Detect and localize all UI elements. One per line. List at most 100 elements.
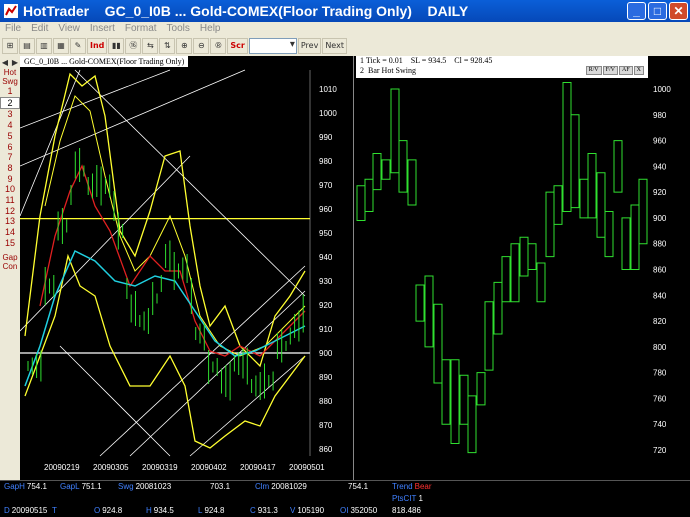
sidebar-arrows: ◀ ▶ bbox=[0, 56, 20, 68]
swing-box bbox=[381, 159, 391, 180]
left-y-tick: 1010 bbox=[319, 85, 337, 94]
swing-box bbox=[372, 152, 382, 191]
hot-swing-chart[interactable]: 1000 980 960 940 920 900 880 860 840 820 800 780 760… bbox=[354, 78, 690, 480]
red-moving-average bbox=[39, 164, 306, 357]
status-value-8: 818.486 bbox=[392, 506, 421, 515]
swing-box bbox=[587, 152, 597, 219]
toolbar-button-1[interactable]: ▤ bbox=[19, 37, 35, 54]
toolbar-button-5[interactable]: Ind bbox=[87, 37, 108, 54]
right-y-tick: 960 bbox=[653, 137, 667, 146]
swing-level-12[interactable]: 12 bbox=[0, 206, 20, 217]
swing-box bbox=[493, 281, 503, 335]
left-y-tick: 1000 bbox=[319, 109, 337, 118]
swing-box bbox=[467, 395, 477, 454]
menu-edit[interactable]: Edit bbox=[26, 22, 53, 36]
left-x-tick: 20090417 bbox=[240, 463, 276, 472]
swing-box bbox=[356, 185, 366, 222]
menu-help[interactable]: Help bbox=[195, 22, 226, 36]
left-x-tick: 20090402 bbox=[191, 463, 227, 472]
maximize-button[interactable]: □ bbox=[648, 2, 667, 20]
swing-box bbox=[415, 284, 425, 322]
status-gapl-1: GapL 751.1 bbox=[60, 482, 102, 491]
swing-level-6[interactable]: 6 bbox=[0, 142, 20, 153]
toolbar-button-7[interactable]: ⑯ bbox=[125, 37, 142, 54]
left-x-tick: 20090305 bbox=[93, 463, 129, 472]
scroll-dropdown[interactable] bbox=[248, 37, 297, 54]
status-d-0: D 20090515 bbox=[4, 506, 48, 515]
right-y-tick: 860 bbox=[653, 266, 667, 275]
swing-level-7[interactable]: 7 bbox=[0, 152, 20, 163]
swing-box bbox=[510, 243, 520, 303]
sidebar-label-gap[interactable]: Gap bbox=[0, 253, 20, 262]
fan-line bbox=[20, 69, 171, 129]
window-title: HotTrader GC_0_I0B ... Gold-COMEX(Floor … bbox=[23, 3, 469, 19]
toolbar-button-11[interactable]: ⊖ bbox=[193, 37, 210, 54]
right-chart-info: 1 Tick = 0.01 SL = 934.5 Cl = 928.45 2 B… bbox=[356, 56, 648, 78]
toolbar-button-4[interactable]: ✎ bbox=[70, 37, 86, 54]
sidebar-label-con[interactable]: Con bbox=[0, 262, 20, 271]
menu-tools[interactable]: Tools bbox=[162, 22, 195, 36]
menu-file[interactable]: File bbox=[0, 22, 26, 36]
toolbar-button-0[interactable]: ⊞ bbox=[2, 37, 18, 54]
toolbar-button-10[interactable]: ⊕ bbox=[176, 37, 193, 54]
swing-box bbox=[621, 217, 631, 270]
toolbar-button-2[interactable]: ▥ bbox=[36, 37, 52, 54]
arrow-left-icon[interactable]: ◀ bbox=[2, 58, 8, 67]
arrow-right-icon[interactable]: ▶ bbox=[12, 58, 18, 67]
status-gaph-0: GapH 754.1 bbox=[4, 482, 47, 491]
swing-box bbox=[433, 303, 443, 384]
fan-line bbox=[59, 345, 171, 457]
swing-box bbox=[501, 256, 511, 303]
toolbar-button-12[interactable]: ® bbox=[210, 37, 227, 54]
swing-level-14[interactable]: 14 bbox=[0, 227, 20, 238]
right-y-tick: 820 bbox=[653, 317, 667, 326]
next-button[interactable]: Next bbox=[322, 37, 347, 54]
toolbar-button-13[interactable]: Scr bbox=[227, 37, 248, 54]
status-value-3: 703.1 bbox=[210, 482, 231, 491]
chart-control-3[interactable]: X bbox=[633, 66, 644, 75]
toolbar-button-9[interactable]: ⇅ bbox=[159, 37, 176, 54]
swing-level-1[interactable]: 1 bbox=[0, 86, 20, 97]
swing-level-5[interactable]: 5 bbox=[0, 131, 20, 142]
swing-level-13[interactable]: 13 bbox=[0, 216, 20, 227]
right-y-tick: 980 bbox=[653, 111, 667, 120]
right-y-tick: 740 bbox=[653, 420, 667, 429]
swing-box bbox=[441, 359, 451, 425]
status-o-2: O 924.8 bbox=[94, 506, 123, 515]
swing-box bbox=[398, 140, 408, 193]
left-y-tick: 960 bbox=[319, 205, 333, 214]
right-chart-panel[interactable]: 1000 980 960 940 920 900 880 860 840 820 800 780 760… bbox=[354, 78, 690, 480]
menu-bar: File Edit View Insert Format Tools Help ⊞ ▤ ▥ ▦ ✎ I… bbox=[0, 22, 690, 56]
toolbar-button-8[interactable]: ⇆ bbox=[142, 37, 159, 54]
toolbar-button-3[interactable]: ▦ bbox=[53, 37, 69, 54]
prev-button[interactable]: Prev bbox=[297, 37, 322, 54]
swing-box bbox=[562, 82, 572, 212]
left-y-tick: 990 bbox=[319, 133, 333, 142]
swing-box bbox=[579, 178, 589, 219]
toolbar-button-6[interactable]: ▮▮ bbox=[108, 37, 125, 54]
swing-box bbox=[638, 178, 648, 245]
close-button[interactable]: ✕ bbox=[669, 2, 688, 20]
left-y-tick: 950 bbox=[319, 229, 333, 238]
left-price-chart[interactable]: 1010 1000 990 980 970 960 950 940 930 920 910 900 89… bbox=[20, 56, 353, 480]
menu-view[interactable]: View bbox=[53, 22, 85, 36]
chart-control-1[interactable]: F/V bbox=[602, 66, 618, 75]
right-y-tick: 720 bbox=[653, 446, 667, 455]
swing-level-10[interactable]: 10 bbox=[0, 184, 20, 195]
menu-format[interactable]: Format bbox=[120, 22, 162, 36]
menu-insert[interactable]: Insert bbox=[85, 22, 120, 36]
swing-level-15[interactable]: 15 bbox=[0, 238, 20, 249]
swing-level-3[interactable]: 3 bbox=[0, 109, 20, 120]
chart-control-2[interactable]: AF bbox=[618, 66, 633, 75]
swing-level-2[interactable]: 2 bbox=[0, 96, 20, 110]
chart-control-0[interactable]: R/V bbox=[585, 66, 602, 75]
panel-divider[interactable] bbox=[353, 56, 354, 480]
minimize-button[interactable]: _ bbox=[627, 2, 646, 20]
swing-level-8[interactable]: 8 bbox=[0, 163, 20, 174]
swing-level-9[interactable]: 9 bbox=[0, 174, 20, 185]
swing-level-11[interactable]: 11 bbox=[0, 195, 20, 206]
left-chart-panel[interactable]: GC_0_I0B ... Gold-COMEX(Floor Trading On… bbox=[20, 56, 353, 480]
swing-level-4[interactable]: 4 bbox=[0, 120, 20, 131]
right-y-tick: 800 bbox=[653, 343, 667, 352]
swing-box bbox=[519, 236, 529, 277]
